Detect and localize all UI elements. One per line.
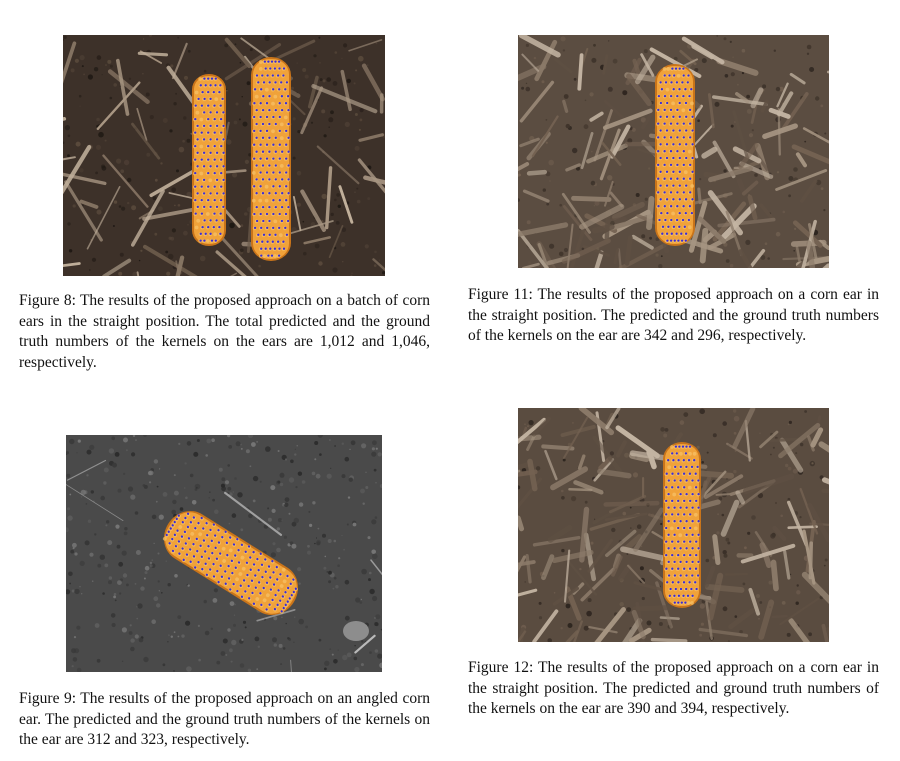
corn-ear-right [251, 57, 291, 261]
corn-ear-left [192, 74, 226, 246]
figure-12-image [518, 408, 829, 642]
figure-11-image [518, 35, 829, 268]
pebble [343, 621, 369, 641]
figure-8-caption: Figure 8: The results of the proposed ap… [19, 292, 430, 371]
corn-ear-straight [663, 442, 701, 608]
figure-9-caption: Figure 9: The results of the proposed ap… [19, 690, 430, 748]
corn-ear-straight [655, 64, 695, 246]
figure-8-image [63, 35, 385, 276]
figure-11-caption: Figure 11: The results of the proposed a… [468, 286, 879, 344]
figure-9-image [66, 435, 382, 672]
figure-12-caption: Figure 12: The results of the proposed a… [468, 659, 879, 717]
